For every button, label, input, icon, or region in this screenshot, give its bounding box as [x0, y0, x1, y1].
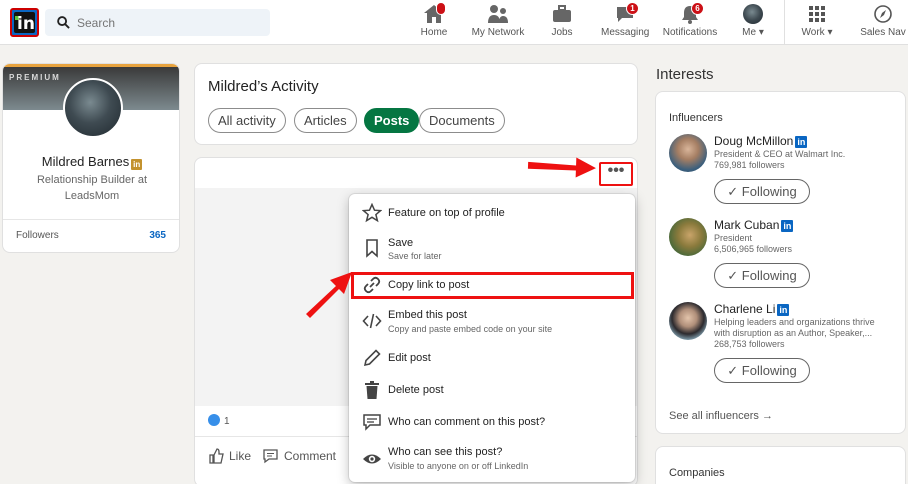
- eye-icon: [363, 454, 381, 464]
- filter-posts[interactable]: Posts: [364, 108, 420, 133]
- nav-my-network[interactable]: My Network: [470, 4, 526, 42]
- influencer-info: President & CEO at Walmart Inc. 769,981 f…: [714, 149, 846, 170]
- checkmark-icon: ✓: [727, 184, 742, 199]
- profile-avatar[interactable]: [63, 78, 123, 138]
- linkedin-badge-icon: in: [781, 220, 794, 232]
- code-icon: [362, 313, 382, 329]
- like-reaction-icon: [208, 414, 220, 426]
- like-button[interactable]: Like: [208, 448, 251, 464]
- trash-icon: [365, 381, 379, 399]
- influencer-avatar[interactable]: [669, 302, 707, 340]
- influencers-card: Influencers Doug McMillon in President & …: [655, 91, 906, 434]
- filter-documents[interactable]: Documents: [419, 108, 505, 133]
- nav-sales-nav[interactable]: Sales Nav: [860, 4, 906, 42]
- nav-work[interactable]: Work ▾: [799, 4, 835, 42]
- influencer-avatar[interactable]: [669, 134, 707, 172]
- premium-label: PREMIUM: [9, 73, 61, 82]
- home-dot-badge: [436, 2, 446, 15]
- chevron-down-icon: ▾: [824, 27, 833, 38]
- premium-in-icon: in: [131, 159, 143, 170]
- nav-home[interactable]: Home: [416, 2, 452, 42]
- companies-card: Companies: [655, 446, 906, 484]
- followers-label[interactable]: Followers: [16, 230, 59, 241]
- menu-item-who-can-see[interactable]: Who can see this post? Visible to anyone…: [349, 444, 635, 474]
- comment-icon: [363, 414, 381, 431]
- post-more-button[interactable]: •••: [599, 162, 633, 186]
- menu-item-embed[interactable]: Embed this post Copy and paste embed cod…: [349, 307, 635, 337]
- menu-item-save[interactable]: Save Save for later: [349, 234, 635, 264]
- following-button[interactable]: ✓ Following: [714, 358, 810, 383]
- pencil-icon: [363, 349, 381, 367]
- nav-notifications[interactable]: 6 Notifications: [662, 2, 718, 42]
- notifications-badge: 6: [691, 2, 704, 15]
- followers-count[interactable]: 365: [149, 230, 166, 241]
- annotation-arrow-diagonal: [306, 272, 352, 318]
- grid-icon: [809, 6, 825, 22]
- top-nav: in Home My Network Jobs 1 Messaging: [0, 0, 908, 45]
- following-button[interactable]: ✓ Following: [714, 179, 810, 204]
- linkedin-badge-icon: in: [777, 304, 790, 316]
- compass-icon: [874, 5, 892, 23]
- network-icon: [488, 5, 508, 23]
- post-options-menu: Feature on top of profile Save Save for …: [349, 194, 635, 482]
- nav-divider: [784, 0, 785, 45]
- interests-title: Interests: [656, 66, 714, 83]
- influencer-info: Helping leaders and organizations thrive…: [714, 317, 875, 349]
- nav-me[interactable]: Me ▾: [738, 4, 768, 42]
- influencer-name[interactable]: Mark Cuban in: [714, 218, 794, 232]
- influencer-item: Doug McMillon in President & CEO at Walma…: [669, 134, 899, 206]
- influencer-name[interactable]: Charlene Li in: [714, 302, 790, 316]
- chevron-down-icon: ▾: [756, 27, 764, 38]
- see-all-influencers-link[interactable]: See all influencers →: [669, 410, 773, 422]
- reaction-count[interactable]: 1: [208, 414, 230, 427]
- menu-item-who-can-comment[interactable]: Who can comment on this post?: [349, 411, 635, 433]
- checkmark-icon: ✓: [727, 363, 742, 378]
- bookmark-icon: [366, 239, 378, 258]
- briefcase-icon: [553, 5, 571, 22]
- nav-messaging[interactable]: 1 Messaging: [601, 2, 649, 42]
- comment-button[interactable]: Comment: [262, 448, 336, 464]
- following-button[interactable]: ✓ Following: [714, 263, 810, 288]
- annotation-highlight-box: [351, 272, 634, 299]
- profile-name[interactable]: Mildred Barnes in: [3, 154, 179, 170]
- influencers-heading[interactable]: Influencers: [669, 112, 723, 124]
- influencer-avatar[interactable]: [669, 218, 707, 256]
- influencer-item: Mark Cuban in President 6,506,965 follower…: [669, 218, 899, 290]
- comment-icon: [263, 449, 278, 464]
- activity-card: Mildred’s Activity All activity Articles…: [194, 63, 638, 145]
- checkmark-icon: ✓: [727, 268, 742, 283]
- influencer-item: Charlene Li in Helping leaders and organi…: [669, 302, 899, 384]
- divider: [3, 219, 179, 220]
- search-box[interactable]: [45, 9, 270, 36]
- search-input[interactable]: [77, 9, 262, 36]
- search-icon: [57, 16, 70, 29]
- profile-headline: Relationship Builder at LeadsMom: [36, 174, 148, 202]
- menu-item-edit[interactable]: Edit post: [349, 347, 635, 369]
- star-icon: [362, 203, 382, 223]
- nav-jobs[interactable]: Jobs: [547, 4, 577, 42]
- activity-title: Mildred’s Activity: [208, 78, 319, 95]
- linkedin-badge-icon: in: [795, 136, 808, 148]
- profile-card: PREMIUM Mildred Barnes in Relationship Bu…: [2, 63, 180, 253]
- linkedin-logo-icon[interactable]: in: [10, 8, 39, 37]
- influencer-info: President 6,506,965 followers: [714, 233, 793, 254]
- avatar-icon: [743, 4, 763, 24]
- companies-heading[interactable]: Companies: [669, 467, 725, 479]
- messaging-badge: 1: [626, 2, 639, 15]
- annotation-arrow-right: [527, 157, 596, 178]
- thumbs-up-icon: [209, 448, 224, 464]
- filter-articles[interactable]: Articles: [294, 108, 357, 133]
- menu-item-feature[interactable]: Feature on top of profile: [349, 202, 635, 224]
- filter-all-activity[interactable]: All activity: [208, 108, 286, 133]
- influencer-name[interactable]: Doug McMillon in: [714, 134, 808, 148]
- menu-item-delete[interactable]: Delete post: [349, 379, 635, 401]
